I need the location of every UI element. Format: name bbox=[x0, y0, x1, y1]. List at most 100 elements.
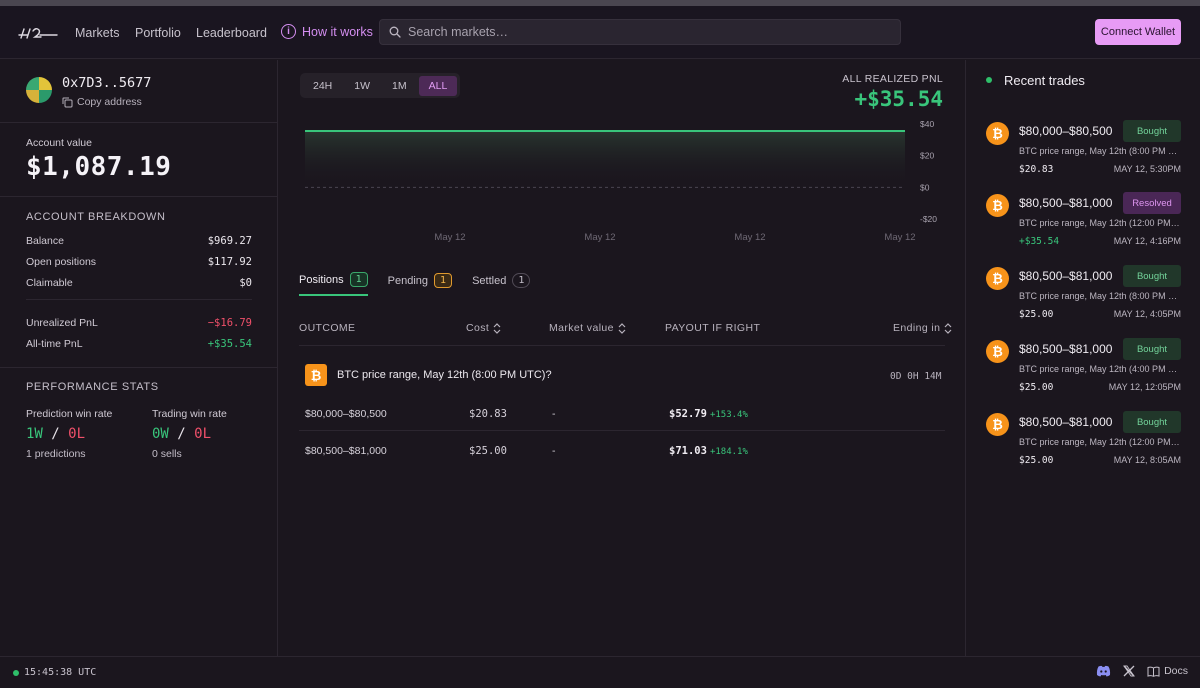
payout-value: $71.03 bbox=[669, 445, 707, 457]
status-badge: Bought bbox=[1123, 338, 1181, 360]
recent-trades-panel: Recent trades ₿ $80,000–$80,500 Bought B… bbox=[965, 60, 1200, 656]
market-value-cell: - bbox=[552, 445, 556, 457]
col-header-label: Cost bbox=[466, 322, 490, 334]
x-tick-label: May 12 bbox=[584, 232, 615, 243]
tab-label: Settled bbox=[472, 274, 507, 287]
search-input[interactable] bbox=[408, 25, 888, 39]
stat-wins: 1W bbox=[26, 426, 43, 442]
sort-icon bbox=[493, 322, 501, 334]
range-1w[interactable]: 1W bbox=[344, 76, 380, 96]
range-24h[interactable]: 24H bbox=[303, 76, 342, 96]
outcome-cell: $80,500–$81,000 bbox=[305, 445, 387, 457]
unrealized-pnl-value: −$16.79 bbox=[207, 317, 252, 329]
account-breakdown-title: ACCOUNT BREAKDOWN bbox=[26, 211, 166, 223]
trade-item[interactable]: ₿ $80,500–$81,000 Resolved BTC price ran… bbox=[986, 192, 1186, 252]
pnl-label: Unrealized PnL bbox=[26, 317, 98, 329]
range-all[interactable]: ALL bbox=[418, 75, 458, 96]
breakdown-row-balance: Balance $969.27 bbox=[26, 235, 252, 247]
search-icon bbox=[389, 26, 401, 38]
account-value: $1,087.19 bbox=[26, 152, 172, 182]
outcome-cell: $80,000–$80,500 bbox=[305, 408, 387, 420]
col-market-value-sort[interactable]: Market value bbox=[549, 322, 626, 334]
count-badge: 1 bbox=[434, 273, 453, 288]
pnl-chart: $40 $20 $0 -$20 May 12 May 12 May 12 May 12 bbox=[305, 119, 937, 243]
trade-amount: +$35.54 bbox=[1019, 236, 1060, 247]
alltime-pnl-row: All-time PnL +$35.54 bbox=[26, 338, 252, 350]
trade-time: MAY 12, 4:05PM bbox=[1113, 309, 1181, 319]
realized-pnl-value: +$35.54 bbox=[854, 87, 943, 111]
realized-pnl-label: ALL REALIZED PNL bbox=[842, 73, 943, 85]
divider bbox=[26, 299, 252, 300]
divider bbox=[299, 430, 945, 431]
divider bbox=[0, 367, 278, 368]
payout-cell: $52.79 +153.4% bbox=[669, 408, 748, 420]
stat-sub: 0 sells bbox=[152, 448, 182, 460]
nav-how-it-works[interactable]: i How it works bbox=[281, 24, 373, 39]
performance-stats-title: PERFORMANCE STATS bbox=[26, 381, 159, 393]
docs-label: Docs bbox=[1164, 665, 1188, 677]
trade-time: MAY 12, 5:30PM bbox=[1113, 164, 1181, 174]
range-1m[interactable]: 1M bbox=[382, 76, 417, 96]
top-nav: Markets Portfolio Leaderboard i How it w… bbox=[0, 6, 1200, 59]
cost-cell: $20.83 bbox=[469, 408, 507, 420]
time-range-selector: 24H 1W 1M ALL bbox=[300, 73, 461, 98]
pnl-label: All-time PnL bbox=[26, 338, 83, 350]
discord-icon[interactable] bbox=[1096, 665, 1111, 677]
tab-label: Pending bbox=[387, 274, 429, 287]
divider bbox=[299, 345, 945, 346]
market-group-header[interactable]: ₿ BTC price range, May 12th (8:00 PM UTC… bbox=[305, 364, 552, 386]
x-tick-label: May 12 bbox=[734, 232, 765, 243]
how-it-works-label: How it works bbox=[302, 24, 373, 39]
trade-item[interactable]: ₿ $80,500–$81,000 Bought BTC price range… bbox=[986, 265, 1186, 325]
status-badge: Bought bbox=[1123, 411, 1181, 433]
x-tick-label: May 12 bbox=[884, 232, 915, 243]
status-badge: Resolved bbox=[1123, 192, 1181, 214]
col-header-label: Market value bbox=[549, 322, 614, 334]
connect-wallet-button[interactable]: Connect Wallet bbox=[1095, 19, 1181, 45]
nav-portfolio[interactable]: Portfolio bbox=[135, 26, 181, 40]
copy-address-button[interactable]: Copy address bbox=[62, 96, 142, 108]
recent-trades-title: Recent trades bbox=[1004, 73, 1085, 88]
app-logo[interactable] bbox=[18, 26, 58, 40]
positions-panel: 24H 1W 1M ALL ALL REALIZED PNL +$35.54 $… bbox=[279, 60, 965, 656]
trade-range: $80,500–$81,000 bbox=[1019, 342, 1113, 356]
ending-countdown: 0D 0H 14M bbox=[890, 371, 942, 382]
sort-icon bbox=[618, 322, 626, 334]
stat-wins: 0W bbox=[152, 426, 169, 442]
trade-item[interactable]: ₿ $80,500–$81,000 Bought BTC price range… bbox=[986, 411, 1186, 471]
trade-item[interactable]: ₿ $80,500–$81,000 Bought BTC price range… bbox=[986, 338, 1186, 398]
docs-link[interactable]: Docs bbox=[1147, 665, 1188, 677]
bitcoin-icon: ₿ bbox=[986, 194, 1009, 217]
trade-time: MAY 12, 4:16PM bbox=[1113, 236, 1181, 246]
wallet-address: 0x7D3..5677 bbox=[62, 75, 152, 91]
utc-clock: 15:45:38 UTC bbox=[24, 667, 97, 678]
stat-label: Trading win rate bbox=[152, 408, 227, 420]
tab-pending[interactable]: Pending 1 bbox=[387, 272, 453, 296]
copy-icon bbox=[62, 97, 73, 107]
x-tick-label: May 12 bbox=[434, 232, 465, 243]
account-panel: 0x7D3..5677 Copy address Account value $… bbox=[0, 60, 278, 656]
nav-leaderboard[interactable]: Leaderboard bbox=[196, 26, 267, 40]
tab-settled[interactable]: Settled 1 bbox=[472, 272, 531, 296]
status-dot bbox=[13, 670, 19, 676]
trade-range: $80,500–$81,000 bbox=[1019, 415, 1113, 429]
search-bar[interactable] bbox=[379, 19, 901, 45]
account-value-label: Account value bbox=[26, 137, 92, 149]
col-ending-sort[interactable]: Ending in bbox=[893, 322, 952, 334]
trade-market: BTC price range, May 12th (8:00 PM UTC)? bbox=[1019, 146, 1181, 156]
nav-markets[interactable]: Markets bbox=[75, 26, 119, 40]
breakdown-row-open-positions: Open positions $117.92 bbox=[26, 256, 252, 268]
tab-positions[interactable]: Positions 1 bbox=[299, 272, 368, 296]
breakdown-label: Open positions bbox=[26, 256, 97, 268]
trade-amount: $20.83 bbox=[1019, 164, 1054, 175]
breakdown-value: $969.27 bbox=[207, 235, 252, 247]
live-indicator-dot bbox=[986, 77, 992, 83]
trade-item[interactable]: ₿ $80,000–$80,500 Bought BTC price range… bbox=[986, 120, 1186, 180]
trade-market: BTC price range, May 12th (12:00 PM UTC)… bbox=[1019, 437, 1181, 447]
stat-losses: 0L bbox=[194, 426, 212, 442]
x-twitter-icon[interactable] bbox=[1123, 665, 1135, 677]
market-value-cell: - bbox=[552, 408, 556, 420]
col-cost-sort[interactable]: Cost bbox=[466, 322, 501, 334]
avatar bbox=[26, 77, 52, 103]
col-header-label: PAYOUT IF RIGHT bbox=[665, 322, 761, 334]
